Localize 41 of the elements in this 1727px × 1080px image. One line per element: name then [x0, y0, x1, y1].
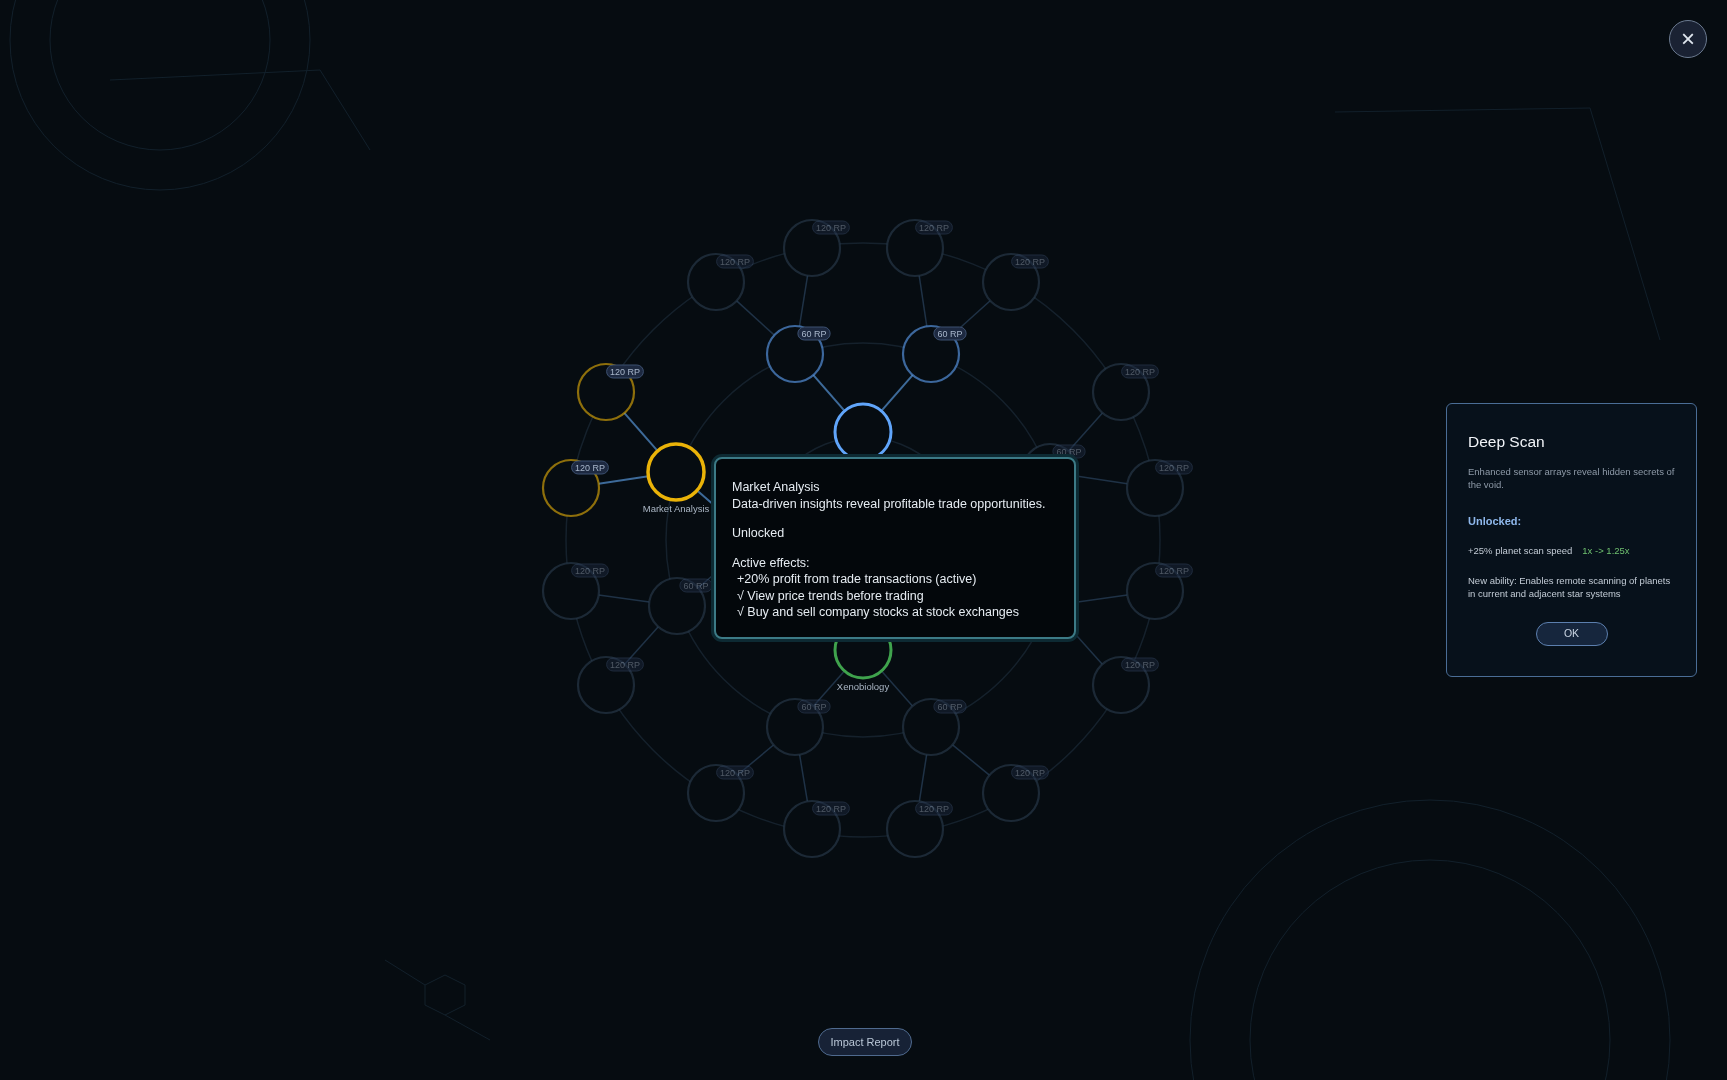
panel-description: Enhanced sensor arrays reveal hidden secrets of the void.	[1468, 465, 1675, 492]
skill-node[interactable]	[901, 324, 961, 384]
connector-line	[951, 744, 991, 776]
cost-label: 60 RP	[797, 326, 831, 341]
tooltip-description: Data-driven insights reveal profitable trade opportunities.	[732, 495, 1046, 512]
effect-item: √ Buy and sell company stocks at stock exchanges	[736, 604, 1019, 621]
node-label: Market Analysis	[642, 503, 710, 514]
skill-node[interactable]	[765, 324, 825, 384]
connector-line	[918, 274, 928, 328]
cost-label: 120 RP	[571, 460, 609, 475]
connector-line	[798, 274, 809, 328]
effects-heading: Active effects:	[732, 554, 810, 571]
cost-label: 60 RP	[933, 326, 967, 341]
connector-line	[918, 753, 928, 803]
cost-label: 120 RP	[606, 364, 644, 379]
panel-title: Deep Scan	[1468, 432, 1545, 452]
connector-line	[597, 475, 650, 485]
skill-node[interactable]	[647, 576, 707, 636]
tooltip-title: Market Analysis	[732, 479, 820, 496]
stat-text: +25% planet scan speed	[1468, 543, 1573, 558]
skill-node[interactable]	[901, 697, 961, 757]
connector-line	[812, 374, 846, 412]
skill-node[interactable]	[765, 697, 825, 757]
connector-line	[623, 412, 659, 452]
tooltip-status: Unlocked	[732, 525, 785, 542]
connector-line	[880, 374, 914, 412]
connector-line	[1076, 475, 1129, 485]
effect-item: √ View price trends before trading	[736, 587, 924, 604]
effect-item: +20% profit from trade transactions (active)	[736, 571, 977, 588]
stat-change: 1x -> 1.25x	[1582, 543, 1630, 558]
node-label: Xenobiology	[836, 681, 890, 692]
connector-line	[1076, 594, 1129, 603]
connector-line	[597, 594, 651, 603]
section-heading: Unlocked:	[1468, 514, 1522, 530]
impact-report-button[interactable]: Impact Report	[818, 1028, 912, 1056]
connector-line	[735, 300, 776, 336]
connector-line	[798, 753, 809, 803]
ability-text: New ability: Enables remote scanning of planets in current and adjacent star systems	[1468, 574, 1672, 600]
ok-button[interactable]: OK	[1535, 622, 1608, 646]
close-button[interactable]: ×	[1669, 20, 1707, 58]
skill-node[interactable]	[646, 442, 706, 502]
